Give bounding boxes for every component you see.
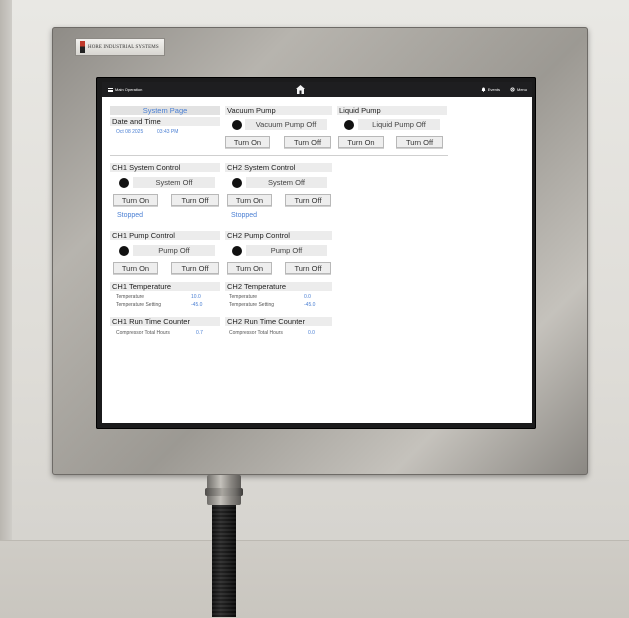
ch2-system-turn-on-button[interactable]: Turn On: [227, 194, 272, 206]
ch1-system-state: Stopped: [117, 212, 144, 219]
hamburger-icon: [108, 87, 113, 92]
ch2-pump-header: CH2 Pump Control: [225, 231, 332, 240]
ch2-temperature-setting-value[interactable]: -45.0: [304, 302, 315, 308]
wall-lower-panel: [0, 540, 629, 618]
ch2-temperature-header: CH2 Temperature: [225, 282, 332, 291]
ch1-runtime-header: CH1 Run Time Counter: [110, 317, 220, 326]
liquid-pump-turn-off-button[interactable]: Turn Off: [396, 136, 443, 148]
vacuum-pump-header: Vacuum Pump: [225, 106, 332, 115]
events-button[interactable]: Events: [481, 87, 500, 92]
section-divider: [110, 155, 448, 156]
wall-edge-left: [0, 0, 12, 617]
ch1-pump-turn-on-button[interactable]: Turn On: [113, 262, 158, 274]
ch1-temperature-setting-value[interactable]: -45.0: [191, 302, 202, 308]
bell-icon: [481, 87, 486, 92]
ch2-temperature-value: 0.0: [304, 294, 311, 300]
ch2-compressor-hours-label: Compressor Total Hours: [229, 330, 283, 336]
vacuum-pump-indicator: [232, 120, 242, 130]
ch1-compressor-hours-label: Compressor Total Hours: [116, 330, 170, 336]
system-page-button[interactable]: System Page: [110, 106, 220, 115]
liquid-pump-header: Liquid Pump: [337, 106, 447, 115]
ch2-system-status: System Off: [246, 177, 327, 188]
ch2-system-state: Stopped: [231, 212, 258, 219]
ch2-pump-turn-on-button[interactable]: Turn On: [227, 262, 272, 274]
ch1-temperature-setting-label: Temperature Setting: [116, 302, 162, 308]
ch1-system-turn-on-button[interactable]: Turn On: [113, 194, 158, 206]
home-icon[interactable]: [295, 84, 306, 95]
brand-plate: HORE INDUSTRIAL SYSTEMS: [75, 38, 165, 56]
ch2-pump-status: Pump Off: [246, 245, 327, 256]
date-value: Oct 08 2025: [116, 129, 144, 135]
ch1-compressor-hours-value: 0.7: [196, 330, 203, 336]
ch1-system-status: System Off: [133, 177, 215, 188]
cable-gland-nut: [205, 488, 243, 496]
ch1-temperature-label: Temperature: [116, 294, 145, 300]
gear-icon: [510, 87, 515, 92]
ch1-system-turn-off-button[interactable]: Turn Off: [171, 194, 219, 206]
hmi-screen: Main Operation Events Menu System Page D…: [102, 82, 532, 423]
top-bar: Main Operation Events Menu: [102, 82, 532, 97]
top-bar-title: Main Operation: [115, 87, 143, 92]
ch1-pump-turn-off-button[interactable]: Turn Off: [171, 262, 219, 274]
ch2-pump-turn-off-button[interactable]: Turn Off: [285, 262, 331, 274]
menu-label: Menu: [516, 87, 527, 92]
ch2-temperature-setting-label: Temperature Setting: [229, 302, 275, 308]
liquid-pump-indicator: [344, 120, 354, 130]
ch1-system-indicator: [119, 178, 129, 188]
ch2-system-header: CH2 System Control: [225, 163, 332, 172]
menu-button[interactable]: Menu: [510, 87, 527, 92]
ch1-pump-status: Pump Off: [133, 245, 215, 256]
vacuum-pump-turn-on-button[interactable]: Turn On: [225, 136, 270, 148]
datetime-header: Date and Time: [110, 117, 220, 126]
ch2-system-turn-off-button[interactable]: Turn Off: [285, 194, 331, 206]
ch1-pump-indicator: [119, 246, 129, 256]
events-label: Events: [487, 87, 500, 92]
brand-logo-icon: [80, 41, 85, 53]
liquid-pump-status: Liquid Pump Off: [358, 119, 440, 130]
main-content: System Page Date and Time Oct 08 2025 03…: [102, 97, 532, 423]
ch2-pump-indicator: [232, 246, 242, 256]
brand-plate-text: HORE INDUSTRIAL SYSTEMS: [88, 44, 159, 50]
ch1-temperature-header: CH1 Temperature: [110, 282, 220, 291]
time-value: 03:43 PM: [157, 129, 179, 135]
main-menu-toggle[interactable]: Main Operation: [108, 87, 142, 92]
ch2-system-indicator: [232, 178, 242, 188]
liquid-pump-turn-on-button[interactable]: Turn On: [338, 136, 384, 148]
ch2-temperature-label: Temperature: [229, 294, 258, 300]
cable-texture: [212, 505, 236, 617]
ch2-runtime-header: CH2 Run Time Counter: [225, 317, 332, 326]
ch1-system-header: CH1 System Control: [110, 163, 220, 172]
ch1-temperature-value: 10.0: [191, 294, 201, 300]
ch2-compressor-hours-value: 0.0: [308, 330, 315, 336]
vacuum-pump-turn-off-button[interactable]: Turn Off: [284, 136, 331, 148]
ch1-pump-header: CH1 Pump Control: [110, 231, 220, 240]
vacuum-pump-status: Vacuum Pump Off: [245, 119, 327, 130]
